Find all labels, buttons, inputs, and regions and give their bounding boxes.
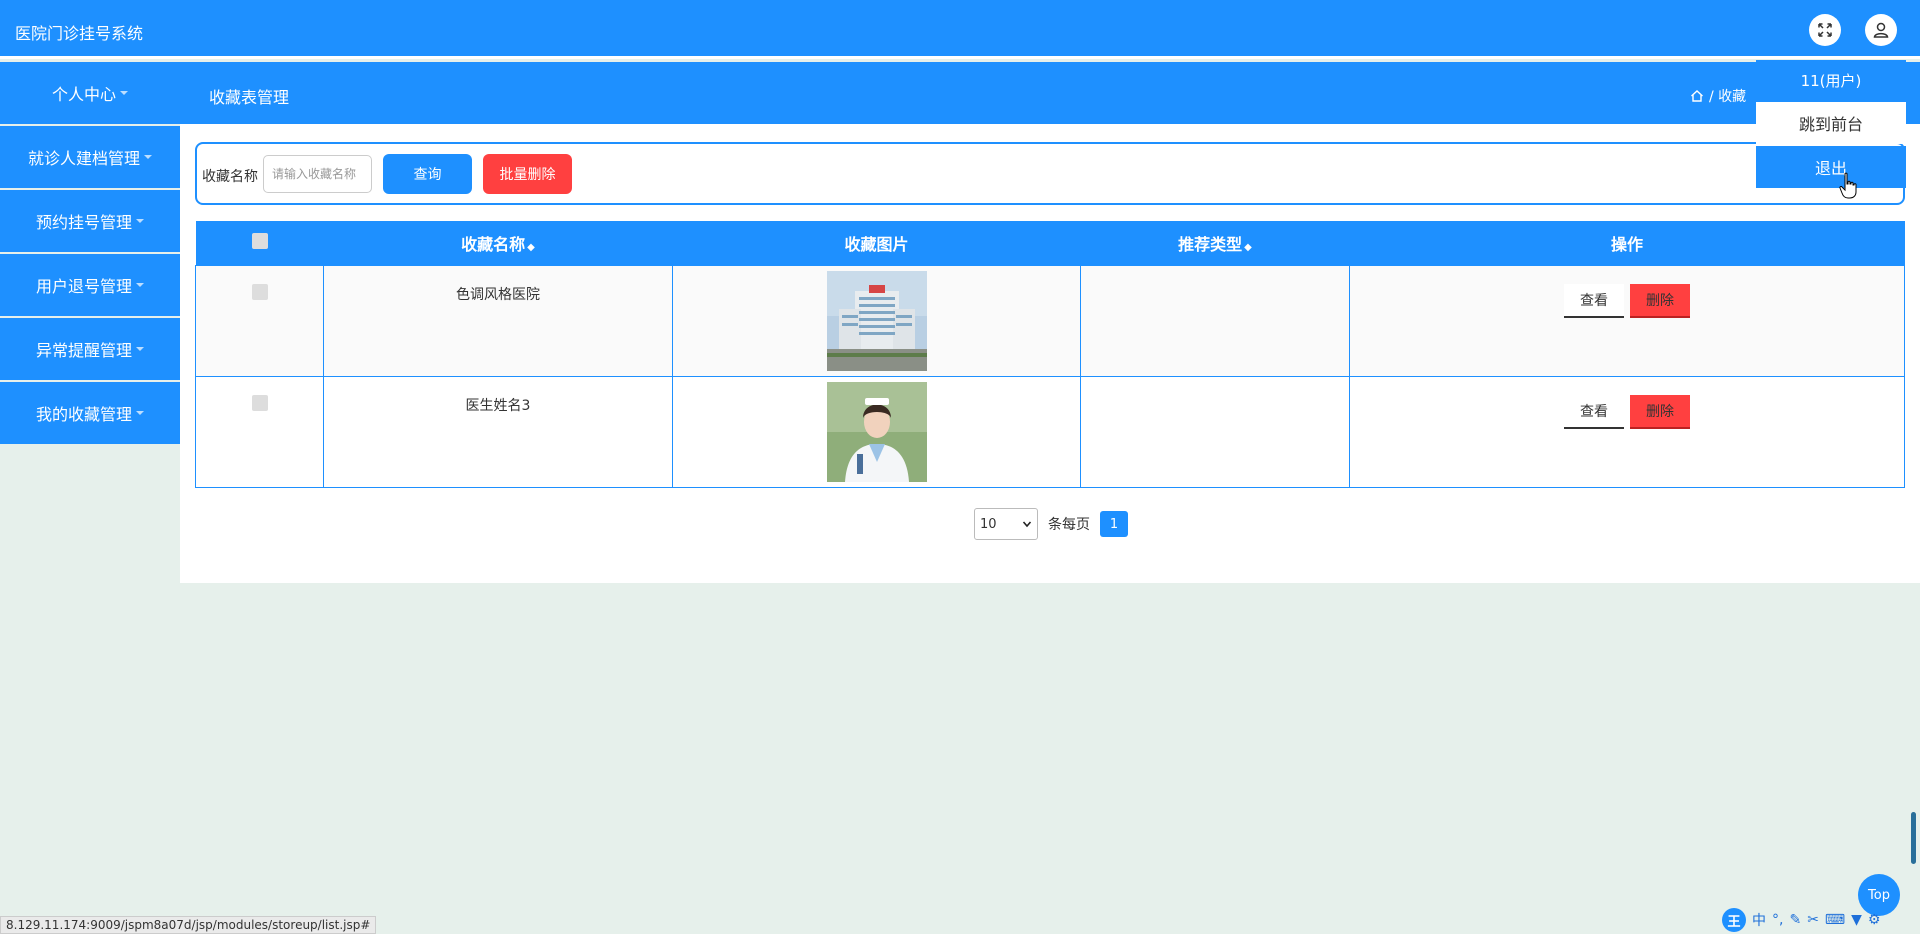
column-header-type[interactable]: 推荐类型 ◆	[1080, 221, 1350, 265]
top-header: 医院门诊挂号系统	[0, 0, 1920, 59]
image-cell	[672, 375, 1081, 488]
caret-down-icon	[120, 91, 128, 95]
keyboard-icon[interactable]: ⌨	[1825, 912, 1845, 928]
ime-logo-icon[interactable]: 王	[1722, 908, 1746, 932]
batch-delete-button[interactable]: 批量删除	[483, 154, 572, 194]
nav-bar: 个人中心 收藏表管理 / 收藏	[0, 62, 1920, 124]
ime-toolbar: 王 中 °, ✎ ✂ ⌨ ▼ ⚙	[1722, 908, 1880, 932]
caret-down-icon	[136, 411, 144, 415]
type-cell	[1080, 264, 1350, 377]
sidebar-item-label: 就诊人建档管理	[27, 149, 140, 168]
user-icon	[1873, 22, 1889, 38]
personal-center-menu[interactable]: 个人中心	[0, 62, 180, 124]
shirt-icon[interactable]: ▼	[1851, 912, 1862, 928]
actions-cell: 查看 删除	[1349, 375, 1905, 488]
table-row: 医生姓名3 查看 删除	[195, 375, 1905, 488]
search-input[interactable]	[263, 155, 372, 193]
column-header-image: 收藏图片	[672, 221, 1081, 265]
ime-mode-label[interactable]: 中	[1752, 910, 1766, 930]
name-cell: 医生姓名3	[323, 375, 673, 488]
punctuation-icon[interactable]: °,	[1772, 912, 1783, 928]
sort-icon: ◆	[1244, 241, 1252, 253]
row-checkbox[interactable]	[251, 283, 268, 300]
caret-down-icon	[136, 283, 144, 287]
caret-down-icon	[136, 347, 144, 351]
settings-icon[interactable]: ⚙	[1868, 912, 1881, 928]
view-button[interactable]: 查看	[1564, 394, 1624, 429]
column-header-actions: 操作	[1349, 221, 1905, 265]
hand-pointer-cursor-icon	[1839, 172, 1857, 199]
scroll-indicator[interactable]	[1911, 812, 1916, 864]
user-dropdown-menu: 11(用户) 跳到前台 退出	[1756, 60, 1906, 188]
caret-down-icon	[144, 155, 152, 159]
page-size-select[interactable]: 10	[974, 508, 1038, 540]
chevron-down-icon	[1022, 521, 1032, 528]
per-page-label: 条每页	[1048, 517, 1090, 533]
view-button[interactable]: 查看	[1564, 283, 1624, 318]
row-select-cell	[195, 375, 324, 488]
actions-cell: 查看 删除	[1349, 264, 1905, 377]
query-button[interactable]: 查询	[383, 154, 472, 194]
dropdown-user-label: 11(用户)	[1756, 60, 1906, 100]
scissors-icon[interactable]: ✂	[1807, 912, 1819, 928]
personal-center-label: 个人中心	[51, 85, 116, 104]
sidebar-item-appointments[interactable]: 预约挂号管理	[0, 190, 180, 252]
sidebar: 就诊人建档管理 预约挂号管理 用户退号管理 异常提醒管理 我的收藏管理	[0, 126, 180, 446]
fullscreen-icon	[1818, 23, 1832, 37]
page-number-button[interactable]: 1	[1100, 511, 1128, 537]
delete-button[interactable]: 删除	[1630, 394, 1690, 429]
page-size-value: 10	[980, 516, 997, 532]
type-cell	[1080, 375, 1350, 488]
app-title: 医院门诊挂号系统	[15, 24, 144, 43]
breadcrumb: / 收藏	[1690, 86, 1746, 106]
doctor-portrait-image	[826, 381, 927, 482]
sidebar-item-favorites[interactable]: 我的收藏管理	[0, 382, 180, 444]
pen-icon[interactable]: ✎	[1789, 912, 1801, 928]
caret-down-icon	[136, 219, 144, 223]
sidebar-item-cancellations[interactable]: 用户退号管理	[0, 254, 180, 316]
select-all-header	[195, 221, 324, 265]
search-label: 收藏名称	[202, 169, 258, 185]
name-cell: 色调风格医院	[323, 264, 673, 377]
select-all-checkbox[interactable]	[251, 232, 268, 249]
pagination: 10 条每页 1	[974, 508, 1128, 540]
sidebar-item-label: 预约挂号管理	[35, 213, 132, 232]
sidebar-item-label: 用户退号管理	[35, 277, 132, 296]
breadcrumb-text: / 收藏	[1709, 89, 1747, 105]
sidebar-item-label: 我的收藏管理	[35, 405, 132, 424]
page-heading: 收藏表管理	[209, 88, 290, 107]
favorites-table: 收藏名称 ◆ 收藏图片 推荐类型 ◆ 操作 色调风格医院 查看 删除 医生姓名3…	[195, 221, 1905, 488]
row-select-cell	[195, 264, 324, 377]
logout-menu-item[interactable]: 退出	[1756, 146, 1906, 188]
delete-button[interactable]: 删除	[1630, 283, 1690, 318]
home-icon[interactable]	[1690, 89, 1704, 103]
image-cell	[672, 264, 1081, 377]
fullscreen-button[interactable]	[1809, 14, 1841, 46]
hospital-building-image	[826, 270, 927, 371]
column-header-name[interactable]: 收藏名称 ◆	[323, 221, 673, 265]
sidebar-item-label: 异常提醒管理	[35, 341, 132, 360]
sidebar-item-alerts[interactable]: 异常提醒管理	[0, 318, 180, 380]
table-header-row: 收藏名称 ◆ 收藏图片 推荐类型 ◆ 操作	[195, 221, 1905, 265]
row-checkbox[interactable]	[251, 394, 268, 411]
sort-icon: ◆	[527, 241, 535, 253]
status-url: 8.129.11.174:9009/jspm8a07d/jsp/modules/…	[0, 916, 377, 934]
search-panel: 收藏名称 查询 批量删除	[195, 142, 1905, 205]
go-to-frontend-menu-item[interactable]: 跳到前台	[1756, 102, 1906, 144]
table-row: 色调风格医院 查看 删除	[195, 264, 1905, 377]
user-menu-button[interactable]	[1865, 14, 1897, 46]
sidebar-item-patient-records[interactable]: 就诊人建档管理	[0, 126, 180, 188]
